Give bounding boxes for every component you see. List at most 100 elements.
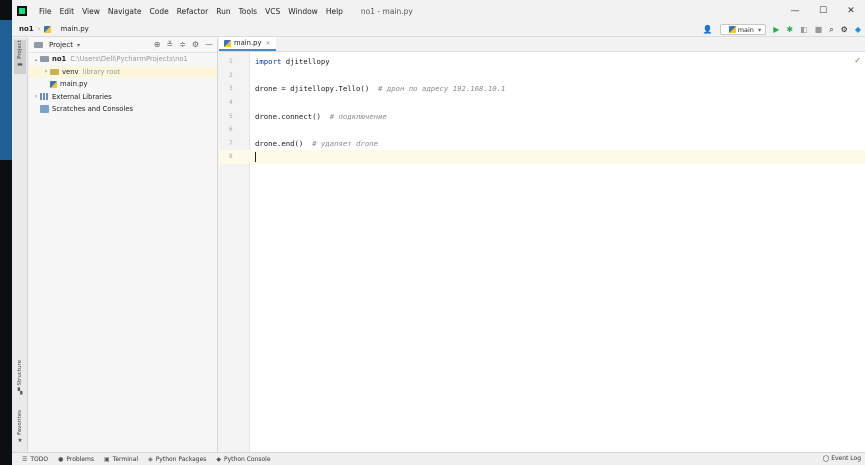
debug-icon[interactable]: ✱ xyxy=(786,25,793,34)
menu-run[interactable]: Run xyxy=(212,7,234,16)
code-line[interactable]: 6 xyxy=(219,123,865,137)
todo-tab[interactable]: ☰ TODO xyxy=(22,456,48,463)
menu-view[interactable]: View xyxy=(78,7,104,16)
expand-all-icon[interactable]: ≚ xyxy=(166,40,173,49)
code-line[interactable]: 4 xyxy=(219,96,865,110)
python-packages-tab[interactable]: ◈ Python Packages xyxy=(148,456,206,463)
breadcrumb-file[interactable]: main.py xyxy=(60,25,88,33)
breadcrumb-project[interactable]: no1 xyxy=(19,25,34,33)
maximize-button[interactable]: ☐ xyxy=(809,0,837,22)
python-console-tab[interactable]: ◆ Python Console xyxy=(216,456,270,463)
chevron-right-icon[interactable]: › xyxy=(42,68,50,75)
line-number: 8 xyxy=(229,153,233,161)
menu-vcs[interactable]: VCS xyxy=(261,7,284,16)
menu-help[interactable]: Help xyxy=(322,7,347,16)
python-packages-label: Python Packages xyxy=(155,455,207,463)
tree-item-root[interactable]: ⌄ no1 C:\Users\Dell\PycharmProjects\no1 xyxy=(29,53,217,66)
tree-venv-name: venv xyxy=(62,67,79,76)
run-toolbar: 👤 main ▾ ▶ ✱ ◧ ■ ⌕ ⚙ ◆ xyxy=(703,22,861,37)
user-icon[interactable]: 👤 xyxy=(703,25,713,34)
code-comment: # удаляет drone xyxy=(312,138,379,148)
settings-gear-icon[interactable]: ⚙ xyxy=(841,25,848,34)
editor-tab-main-py[interactable]: main.py ✕ xyxy=(219,37,276,51)
menu-code[interactable]: Code xyxy=(146,7,173,16)
event-log-icon: ◯ xyxy=(822,455,830,462)
collapse-all-icon[interactable]: ≑ xyxy=(179,40,186,49)
project-view-selector[interactable]: Project xyxy=(49,41,73,49)
code-line[interactable]: 5 drone.connect() # подключение xyxy=(219,109,865,123)
menu-refactor[interactable]: Refactor xyxy=(173,7,212,16)
hide-panel-icon[interactable]: — xyxy=(205,40,213,49)
menu-navigate[interactable]: Navigate xyxy=(104,7,146,16)
editor-area: main.py ✕ ✓ 1 import djitellopy 2 3 dron… xyxy=(219,37,865,452)
close-tab-icon[interactable]: ✕ xyxy=(265,40,270,47)
problems-tab[interactable]: ● Problems xyxy=(58,456,94,463)
python-console-icon: ◆ xyxy=(216,455,222,463)
close-button[interactable]: ✕ xyxy=(837,0,865,22)
python-config-icon xyxy=(728,26,736,33)
tree-item-main-py[interactable]: main.py xyxy=(29,78,217,91)
coverage-icon[interactable]: ◧ xyxy=(800,25,808,34)
structure-icon: ▚ xyxy=(17,387,23,395)
tree-item-scratches[interactable]: Scratches and Consoles xyxy=(29,103,217,116)
breadcrumb-separator-icon: › xyxy=(37,25,41,33)
tree-item-venv[interactable]: › venv library root xyxy=(29,65,217,78)
menu-file[interactable]: File xyxy=(35,7,56,16)
editor-tab-bar: main.py ✕ xyxy=(219,37,865,52)
tree-external-label: External Libraries xyxy=(52,92,112,101)
code-statement: drone.end() xyxy=(255,138,313,148)
plugin-icon[interactable]: ◆ xyxy=(855,25,861,34)
run-icon[interactable]: ▶ xyxy=(773,25,779,34)
side-tab-favorites-label: Favorites xyxy=(17,410,23,435)
chevron-right-icon[interactable]: › xyxy=(32,93,40,100)
keyword-import: import xyxy=(255,57,282,67)
python-file-icon xyxy=(50,80,57,88)
menu-window[interactable]: Window xyxy=(284,7,322,16)
settings-gear-icon[interactable]: ⚙ xyxy=(192,40,199,49)
search-icon[interactable]: ⌕ xyxy=(829,25,833,34)
code-line[interactable]: 7 drone.end() # удаляет drone xyxy=(219,137,865,151)
terminal-tab[interactable]: ▣ Terminal xyxy=(104,456,138,463)
code-line-current[interactable]: 8 xyxy=(219,150,865,164)
problems-icon: ● xyxy=(58,455,64,463)
window-controls: — ☐ ✕ xyxy=(781,0,865,22)
chevron-down-icon[interactable]: ⌄ xyxy=(32,56,40,63)
ide-window: File Edit View Navigate Code Refactor Ru… xyxy=(12,0,865,465)
side-tab-structure[interactable]: Structure ▚ xyxy=(14,360,26,400)
line-number: 1 xyxy=(229,58,233,66)
terminal-icon: ▣ xyxy=(104,455,110,463)
navigation-bar: no1 › main.py 👤 main ▾ ▶ ✱ ◧ ■ ⌕ ⚙ ◆ xyxy=(12,22,865,37)
menu-edit[interactable]: Edit xyxy=(56,7,79,16)
locate-file-icon[interactable]: ⊕ xyxy=(154,40,161,49)
list-icon: ☰ xyxy=(22,455,28,463)
code-lines[interactable]: 1 import djitellopy 2 3 drone = djitello… xyxy=(219,55,865,164)
code-text: drone = djitellopy.Tello() # дрон по адр… xyxy=(250,84,505,93)
side-tab-favorites[interactable]: Favorites ★ xyxy=(14,410,26,448)
title-bar: File Edit View Navigate Code Refactor Ru… xyxy=(12,0,865,22)
code-line[interactable]: 3 drone = djitellopy.Tello() # дрон по а… xyxy=(219,82,865,96)
menu-tools[interactable]: Tools xyxy=(235,7,261,16)
stop-icon[interactable]: ■ xyxy=(815,25,823,34)
code-line[interactable]: 2 xyxy=(219,69,865,83)
star-icon: ★ xyxy=(17,436,23,444)
line-number: 4 xyxy=(229,99,233,107)
chevron-down-icon[interactable]: ▾ xyxy=(77,42,80,49)
editor-tab-label: main.py xyxy=(234,39,262,47)
python-file-icon xyxy=(224,39,231,47)
code-text: import djitellopy xyxy=(250,57,330,66)
tree-item-external-libraries[interactable]: › External Libraries xyxy=(29,91,217,104)
scratches-icon xyxy=(40,105,49,114)
side-tab-project[interactable]: Project ▬ xyxy=(14,40,26,74)
event-log-tab[interactable]: ◯ Event Log xyxy=(823,455,861,462)
code-line[interactable]: 1 import djitellopy xyxy=(219,55,865,69)
code-comment: # подключение xyxy=(329,111,387,121)
run-config-selector[interactable]: main ▾ xyxy=(719,24,767,35)
terminal-label: Terminal xyxy=(112,455,139,463)
minimize-button[interactable]: — xyxy=(781,0,809,22)
tree-venv-note: library root xyxy=(82,67,121,76)
left-tool-strip: Project ▬ Structure ▚ Favorites ★ xyxy=(12,38,28,452)
packages-icon: ◈ xyxy=(148,455,153,463)
code-statement: drone.connect() xyxy=(255,111,330,121)
folder-icon xyxy=(40,56,49,63)
line-number: 7 xyxy=(229,139,233,147)
